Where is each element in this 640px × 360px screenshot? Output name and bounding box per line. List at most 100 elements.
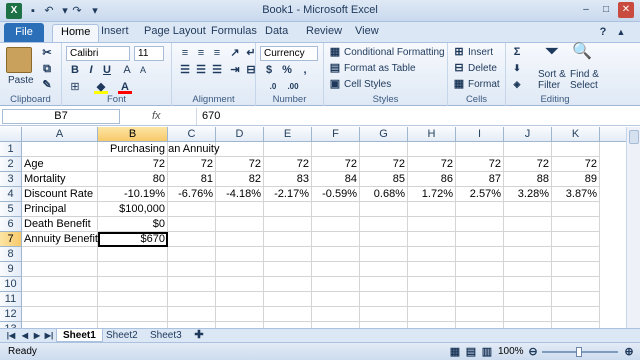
find-select-label-2[interactable]: Select [570,80,598,91]
cell-a12[interactable] [22,307,98,322]
cell-c10[interactable] [168,277,216,292]
cell-h7[interactable] [408,232,456,247]
cell-i11[interactable] [456,292,504,307]
cell-g10[interactable] [360,277,408,292]
cell-d4[interactable]: -4.18% [216,187,264,202]
cell-j4[interactable]: 3.28% [504,187,552,202]
cell-h10[interactable] [408,277,456,292]
cut-icon[interactable]: ✂ [40,46,54,60]
cell-h6[interactable] [408,217,456,232]
normal-view-icon[interactable]: ▦ [448,345,462,359]
cell-i2[interactable]: 72 [456,157,504,172]
cell-j11[interactable] [504,292,552,307]
cell-g6[interactable] [360,217,408,232]
column-header-i[interactable]: I [456,127,504,142]
cell-e5[interactable] [264,202,312,217]
cell-f7[interactable] [312,232,360,247]
cell-a9[interactable] [22,262,98,277]
cell-c8[interactable] [168,247,216,262]
cell-k10[interactable] [552,277,600,292]
cell-i5[interactable] [456,202,504,217]
column-header-e[interactable]: E [264,127,312,142]
percent-style-icon[interactable]: % [280,63,294,77]
worksheet-grid[interactable]: A B C D E F G H I J K 1 Purchasing an Annuity 2 Age 72 7… [0,127,626,328]
cell-d6[interactable] [216,217,264,232]
cell-d3[interactable]: 82 [216,172,264,187]
cell-b3[interactable]: 80 [98,172,168,187]
cell-k8[interactable] [552,247,600,262]
copy-icon[interactable]: ⧉ [40,62,54,76]
cell-i1[interactable] [456,142,504,157]
tab-home[interactable]: Home [52,24,100,42]
cell-styles-icon[interactable]: ▣ [328,77,342,91]
cell-d1[interactable] [216,142,264,157]
vertical-scrollbar[interactable] [626,127,640,328]
cell-c7[interactable] [168,232,216,247]
fill-icon[interactable]: ⬇ [510,61,524,75]
cell-b1[interactable]: Purchasing an Annuity [98,142,219,157]
cell-b8[interactable] [98,247,168,262]
tab-view[interactable]: View [355,25,379,37]
row-header-12[interactable]: 12 [0,307,22,322]
delete-cells-button[interactable]: Delete [468,63,497,74]
zoom-slider[interactable] [542,347,618,357]
cell-e12[interactable] [264,307,312,322]
row-header-6[interactable]: 6 [0,217,22,232]
cell-a5[interactable]: Principal [22,202,98,217]
cell-a6[interactable]: Death Benefit [22,217,98,232]
tab-file[interactable]: File [4,23,44,42]
tab-data[interactable]: Data [265,25,288,37]
cell-d12[interactable] [216,307,264,322]
cell-k12[interactable] [552,307,600,322]
delete-cells-icon[interactable]: ⊟ [452,61,466,75]
decrease-font-icon[interactable]: A [136,63,150,77]
cell-g8[interactable] [360,247,408,262]
cell-f5[interactable] [312,202,360,217]
accounting-format-icon[interactable]: $ [262,63,276,77]
last-sheet-icon[interactable]: ▶| [42,329,56,342]
cell-b10[interactable] [98,277,168,292]
cell-h3[interactable]: 86 [408,172,456,187]
cell-d5[interactable] [216,202,264,217]
clear-icon[interactable]: ◈ [510,77,524,91]
cell-i7[interactable] [456,232,504,247]
cell-f4[interactable]: -0.59% [312,187,360,202]
row-header-3[interactable]: 3 [0,172,22,187]
row-header-1[interactable]: 1 [0,142,22,157]
cell-b4[interactable]: -10.19% [98,187,168,202]
cell-i12[interactable] [456,307,504,322]
zoom-in-icon[interactable]: ⊕ [622,345,636,359]
cell-e8[interactable] [264,247,312,262]
cell-a3[interactable]: Mortality [22,172,98,187]
cell-k4[interactable]: 3.87% [552,187,600,202]
cell-j1[interactable] [504,142,552,157]
cell-c9[interactable] [168,262,216,277]
cell-g9[interactable] [360,262,408,277]
format-painter-icon[interactable]: ✎ [40,78,54,92]
font-name-combo[interactable]: Calibri [66,46,130,61]
cell-f1[interactable] [312,142,360,157]
comma-style-icon[interactable]: , [298,63,312,77]
zoom-slider-thumb[interactable] [576,347,582,357]
cell-i9[interactable] [456,262,504,277]
page-break-view-icon[interactable]: ▥ [480,345,494,359]
cell-e11[interactable] [264,292,312,307]
cell-f2[interactable]: 72 [312,157,360,172]
tab-page-layout[interactable]: Page Layout [144,25,206,37]
cell-b11[interactable] [98,292,168,307]
sheet-tab-2[interactable]: Sheet2 [100,329,144,342]
cell-d10[interactable] [216,277,264,292]
tab-formulas[interactable]: Formulas [211,25,257,37]
paste-button[interactable]: Paste [8,75,34,86]
formula-input[interactable]: 670 [196,108,626,125]
column-header-j[interactable]: J [504,127,552,142]
sort-filter-icon[interactable]: ⏷ [542,44,562,65]
cell-j5[interactable] [504,202,552,217]
cell-j6[interactable] [504,217,552,232]
indent-icon[interactable]: ⇥ [228,63,242,77]
row-header-11[interactable]: 11 [0,292,22,307]
cell-f8[interactable] [312,247,360,262]
cell-h9[interactable] [408,262,456,277]
cell-a10[interactable] [22,277,98,292]
format-cells-button[interactable]: Format [468,79,500,90]
